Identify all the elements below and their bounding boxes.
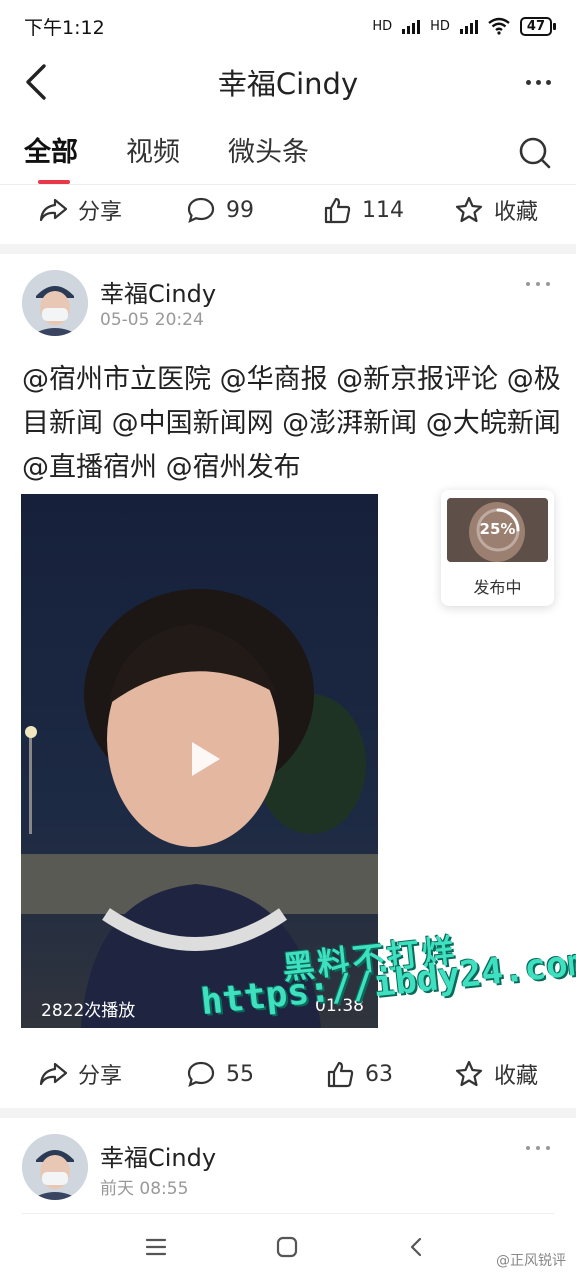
signal-icon xyxy=(402,18,421,34)
top-bar: 幸福Cindy xyxy=(0,52,576,112)
tab-bar: 全部 视频 微头条 xyxy=(0,122,576,184)
system-nav-bar xyxy=(0,1214,576,1280)
star-icon xyxy=(455,196,483,223)
status-bar: 下午1:12 HD HD 47 xyxy=(0,0,576,52)
tab-video[interactable]: 视频 xyxy=(126,122,180,184)
page-title: 幸福Cindy xyxy=(217,67,359,101)
menu-icon[interactable] xyxy=(143,1234,169,1260)
like-count: 63 xyxy=(365,1061,393,1087)
upload-status-label: 发布中 xyxy=(473,578,522,597)
thumbs-up-icon xyxy=(324,197,351,224)
like-count: 114 xyxy=(362,197,404,223)
post-time: 05-05 20:24 xyxy=(100,310,204,330)
upload-progress-card[interactable]: 25% 发布中 xyxy=(441,490,554,606)
video-play-count: 2822次播放 xyxy=(41,1001,136,1021)
avatar[interactable] xyxy=(22,1134,88,1200)
post-actions: 分享 55 63 收藏 xyxy=(0,1046,576,1102)
next-post-header: 幸福Cindy 前天 08:55 xyxy=(22,1134,554,1204)
author-name[interactable]: 幸福Cindy xyxy=(100,1138,216,1173)
back-icon[interactable] xyxy=(404,1234,430,1260)
share-label: 分享 xyxy=(78,1064,123,1089)
more-options-icon[interactable] xyxy=(518,62,558,102)
author-name[interactable]: 幸福Cindy xyxy=(100,274,216,309)
upload-thumbnail: 25% xyxy=(447,498,548,562)
comment-count: 55 xyxy=(226,1061,254,1087)
upload-progress-text: 25% xyxy=(479,520,516,538)
avatar[interactable] xyxy=(22,270,88,336)
back-arrow-icon[interactable] xyxy=(18,62,58,102)
network-label-2: HD xyxy=(430,18,450,34)
status-time: 下午1:12 xyxy=(24,16,105,39)
battery-icon: 47 xyxy=(519,16,557,36)
play-icon[interactable] xyxy=(184,739,224,779)
share-icon xyxy=(39,1062,68,1086)
like-button[interactable]: 114 xyxy=(322,195,404,225)
collect-label: 收藏 xyxy=(494,1064,539,1089)
comment-button[interactable]: 99 xyxy=(186,195,254,225)
comment-button[interactable]: 55 xyxy=(186,1059,254,1089)
post-header: 幸福Cindy 05-05 20:24 xyxy=(22,270,554,340)
post-text: @宿州市立医院 @华商报 @新京报评论 @极目新闻 @中国新闻网 @澎湃新闻 @… xyxy=(22,364,561,483)
section-gap xyxy=(0,244,576,254)
tab-micro-headline[interactable]: 微头条 xyxy=(228,122,309,184)
search-icon[interactable] xyxy=(518,136,552,170)
network-label-1: HD xyxy=(372,18,393,34)
collect-button[interactable]: 收藏 xyxy=(454,194,538,226)
post-time: 前天 08:55 xyxy=(100,1179,189,1199)
star-icon xyxy=(455,1060,483,1087)
wifi-icon xyxy=(488,17,510,35)
share-label: 分享 xyxy=(78,200,123,225)
share-button[interactable]: 分享 xyxy=(38,1058,122,1090)
tab-all[interactable]: 全部 xyxy=(24,122,78,184)
prev-post-actions: 分享 99 114 收藏 xyxy=(0,182,576,238)
corner-watermark: @正风锐评 xyxy=(496,1253,566,1269)
post-more-icon[interactable] xyxy=(526,1146,550,1150)
comment-icon xyxy=(187,1061,215,1088)
collect-button[interactable]: 收藏 xyxy=(454,1058,538,1090)
thumbs-up-icon xyxy=(327,1061,354,1088)
home-icon[interactable] xyxy=(274,1234,300,1260)
collect-label: 收藏 xyxy=(494,200,539,225)
status-icons: HD HD 47 xyxy=(372,16,557,36)
post-more-icon[interactable] xyxy=(526,282,550,286)
signal-icon-2 xyxy=(459,18,478,34)
share-icon xyxy=(39,198,68,222)
share-button[interactable]: 分享 xyxy=(38,194,122,226)
comment-count: 99 xyxy=(226,197,254,223)
section-gap xyxy=(0,1108,576,1118)
like-button[interactable]: 63 xyxy=(325,1059,393,1089)
comment-icon xyxy=(187,197,215,224)
